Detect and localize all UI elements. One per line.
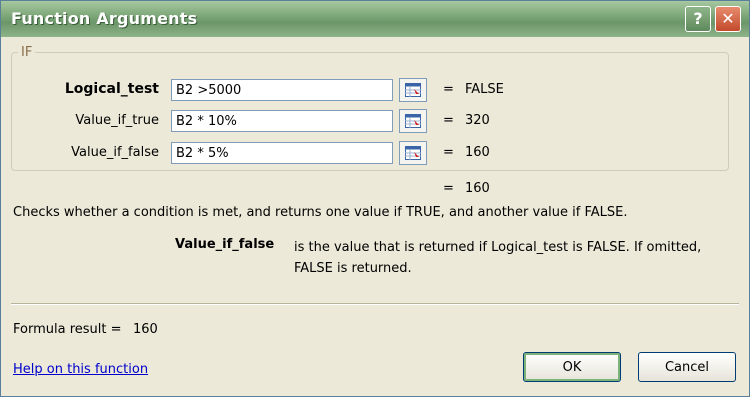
overall-result: 160: [465, 181, 490, 196]
equals-sign: =: [443, 113, 454, 128]
formula-result-value: 160: [133, 322, 158, 337]
argument-label: Value_if_false: [71, 145, 159, 160]
range-select-icon: [405, 146, 421, 160]
function-description: Checks whether a condition is met, and r…: [13, 205, 628, 220]
argument-result: FALSE: [465, 82, 504, 97]
logical-test-input[interactable]: B2 >5000: [171, 79, 393, 101]
argument-label: Value_if_true: [75, 113, 159, 128]
equals-sign: =: [443, 145, 454, 160]
current-argument-description: is the value that is returned if Logical…: [294, 240, 702, 276]
value-if-true-input[interactable]: B2 * 10%: [171, 110, 393, 132]
collapse-dialog-button[interactable]: [399, 141, 427, 165]
ok-button[interactable]: OK: [523, 352, 621, 382]
help-on-function-link[interactable]: Help on this function: [13, 362, 148, 377]
equals-sign: =: [443, 181, 454, 196]
help-button[interactable]: ?: [685, 6, 711, 32]
dialog-title: Function Arguments: [11, 9, 198, 28]
function-name: IF: [21, 45, 33, 60]
function-arguments-dialog: Function Arguments ? ✕ IF Logical_test B…: [0, 0, 750, 397]
collapse-dialog-button[interactable]: [399, 78, 427, 102]
argument-label: Logical_test: [64, 81, 159, 97]
title-bar[interactable]: Function Arguments ? ✕: [1, 1, 749, 37]
cancel-button[interactable]: Cancel: [638, 352, 736, 382]
range-select-icon: [405, 83, 421, 97]
argument-result: 320: [465, 113, 490, 128]
range-select-icon: [405, 114, 421, 128]
current-argument-name: Value_if_false: [175, 237, 275, 252]
value-if-false-input[interactable]: B2 * 5%: [171, 142, 393, 164]
collapse-dialog-button[interactable]: [399, 109, 427, 133]
argument-result: 160: [465, 145, 490, 160]
close-button[interactable]: ✕: [715, 6, 741, 32]
divider: [11, 303, 739, 305]
equals-sign: =: [443, 82, 454, 97]
formula-result-label: Formula result =: [13, 322, 122, 337]
